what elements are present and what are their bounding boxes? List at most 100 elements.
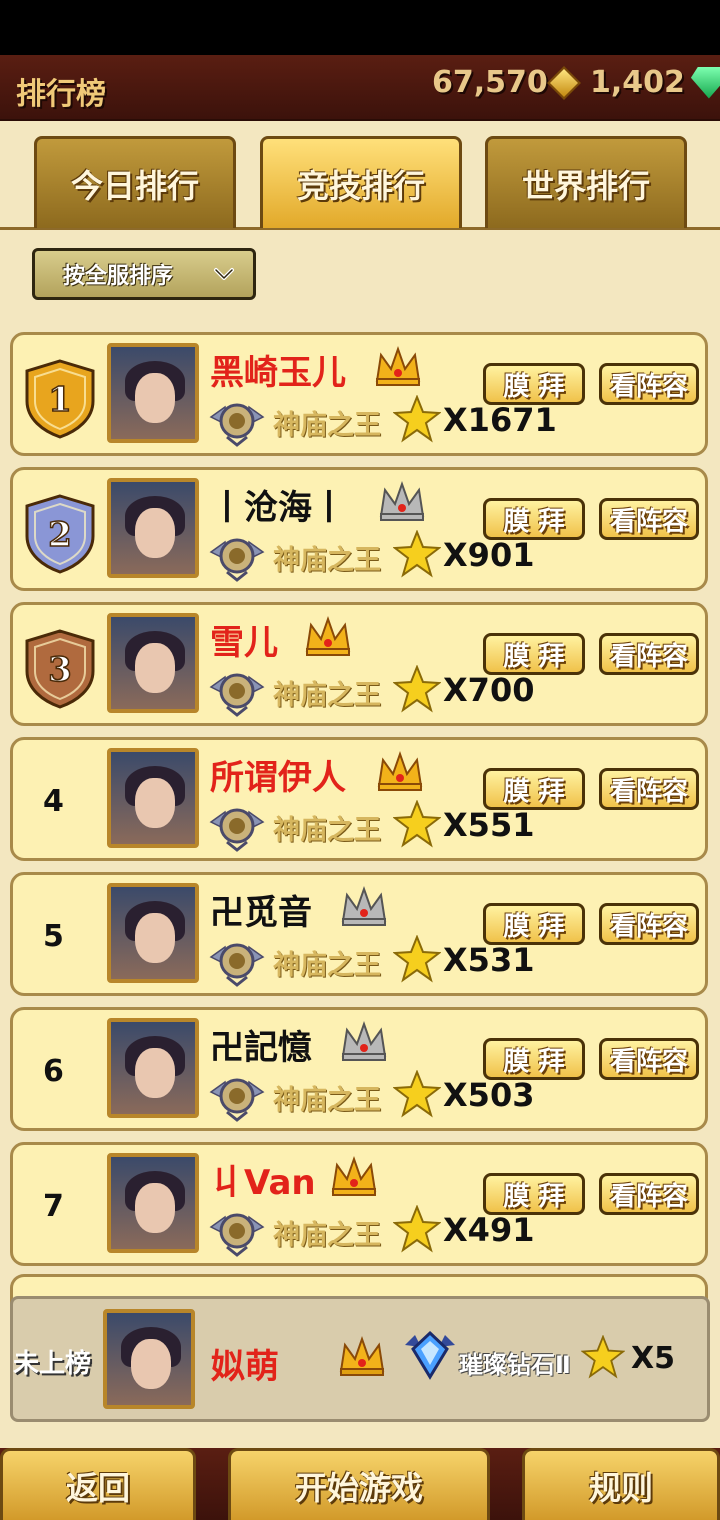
worship-button[interactable]: 膜 拜 (483, 1038, 585, 1080)
ranking-tabs: 今日排行 竞技排行 世界排行 (0, 136, 720, 230)
gem-icon (690, 66, 720, 99)
star-icon (393, 395, 441, 443)
temple-tier-icon (209, 403, 265, 447)
rank-number: 6 (43, 1054, 64, 1089)
star-icon (581, 1335, 625, 1379)
rank-badge-icon: 2 (25, 494, 95, 574)
crown-icon (377, 750, 423, 791)
star-score: X551 (443, 806, 535, 844)
start-game-button[interactable]: 开始游戏 (228, 1448, 490, 1520)
worship-button[interactable]: 膜 拜 (483, 633, 585, 675)
avatar[interactable] (107, 478, 199, 578)
diamond-tier-icon (405, 1330, 455, 1380)
tier-name: 神庙之王 (273, 1085, 381, 1116)
tab-today-ranking[interactable]: 今日排行 (34, 136, 236, 228)
unranked-label: 未上榜 (13, 1349, 92, 1379)
view-lineup-button[interactable]: 看阵容 (599, 1038, 699, 1080)
player-name: 卍觅音 (210, 893, 312, 933)
avatar[interactable] (107, 1153, 199, 1253)
star-score: X503 (443, 1076, 535, 1114)
list-item: 1 黑崎玉儿 神庙之王 X1671 膜 拜 看阵容 (10, 332, 708, 456)
list-item: 5 卍觅音 神庙之王 X531 膜 拜 看阵容 (10, 872, 708, 996)
temple-tier-icon (209, 1078, 265, 1122)
star-icon (393, 665, 441, 713)
crown-icon (331, 1155, 377, 1196)
tier-name: 神庙之王 (273, 680, 381, 711)
rank-number: 5 (43, 919, 64, 954)
gold-counter: 67,570 (432, 65, 581, 100)
player-name: 卍記憶 (210, 1028, 312, 1068)
list-item: 3 雪儿 神庙之王 X700 膜 拜 看阵容 (10, 602, 708, 726)
rules-button[interactable]: 规则 (522, 1448, 720, 1520)
player-name: 丩Van (210, 1163, 316, 1203)
tier-name: 璀璨钻石Ⅱ (459, 1351, 571, 1379)
self-ranking-row: 未上榜 姒萌 璀璨钻石Ⅱ X5 (10, 1296, 710, 1422)
rank-number: 2 (48, 515, 72, 555)
avatar (103, 1309, 195, 1409)
player-name: 黑崎玉儿 (210, 353, 346, 393)
star-icon (393, 1070, 441, 1118)
view-lineup-button[interactable]: 看阵容 (599, 903, 699, 945)
avatar[interactable] (107, 748, 199, 848)
rank-number: 3 (48, 650, 72, 690)
page-title: 排行榜 (16, 77, 106, 112)
avatar[interactable] (107, 883, 199, 983)
star-score: X5 (631, 1341, 676, 1376)
crown-icon (339, 1335, 385, 1376)
view-lineup-button[interactable]: 看阵容 (599, 498, 699, 540)
star-score: X700 (443, 671, 535, 709)
player-name: 丨沧海丨 (210, 488, 346, 528)
temple-tier-icon (209, 808, 265, 852)
view-lineup-button[interactable]: 看阵容 (599, 363, 699, 405)
list-item: 6 卍記憶 神庙之王 X503 膜 拜 看阵容 (10, 1007, 708, 1131)
star-score: X491 (443, 1211, 535, 1249)
bottom-bar: 返回 开始游戏 规则 (0, 1448, 720, 1520)
worship-button[interactable]: 膜 拜 (483, 498, 585, 540)
gold-amount: 67,570 (432, 65, 548, 100)
crown-icon (305, 615, 351, 656)
avatar[interactable] (107, 613, 199, 713)
rank-badge-icon: 1 (25, 359, 95, 439)
star-icon (393, 935, 441, 983)
rank-badge-icon: 3 (25, 629, 95, 709)
gem-amount: 1,402 (590, 65, 685, 100)
avatar[interactable] (107, 343, 199, 443)
view-lineup-button[interactable]: 看阵容 (599, 768, 699, 810)
crown-icon (341, 1020, 387, 1061)
player-name: 所谓伊人 (210, 758, 346, 798)
temple-tier-icon (209, 538, 265, 582)
server-sort-dropdown[interactable]: 按全服排序 (32, 248, 256, 300)
temple-tier-icon (209, 1213, 265, 1257)
tier-name: 神庙之王 (273, 815, 381, 846)
temple-tier-icon (209, 673, 265, 717)
top-bar: 排行榜 67,570 1,402 (0, 55, 720, 121)
sort-dropdown-label: 按全服排序 (63, 264, 174, 289)
crown-icon (375, 345, 421, 386)
status-bar (0, 0, 720, 55)
star-icon (393, 530, 441, 578)
crown-icon (379, 480, 425, 521)
tier-name: 神庙之王 (273, 545, 381, 576)
temple-tier-icon (209, 943, 265, 987)
worship-button[interactable]: 膜 拜 (483, 768, 585, 810)
list-item: 4 所谓伊人 神庙之王 X551 膜 拜 看阵容 (10, 737, 708, 861)
gold-icon (546, 65, 581, 100)
star-score: X901 (443, 536, 535, 574)
rank-number: 4 (43, 784, 64, 819)
star-score: X1671 (443, 401, 557, 439)
tab-arena-ranking[interactable]: 竞技排行 (260, 136, 462, 228)
back-button[interactable]: 返回 (0, 1448, 196, 1520)
avatar[interactable] (107, 1018, 199, 1118)
view-lineup-button[interactable]: 看阵容 (599, 633, 699, 675)
tier-name: 神庙之王 (273, 950, 381, 981)
tab-world-ranking[interactable]: 世界排行 (485, 136, 687, 228)
chevron-down-icon (214, 268, 234, 280)
star-icon (393, 1205, 441, 1253)
worship-button[interactable]: 膜 拜 (483, 903, 585, 945)
player-name: 雪儿 (210, 623, 278, 663)
rank-number: 7 (43, 1189, 64, 1224)
worship-button[interactable]: 膜 拜 (483, 1173, 585, 1215)
worship-button[interactable]: 膜 拜 (483, 363, 585, 405)
tier-name: 神庙之王 (273, 1220, 381, 1251)
view-lineup-button[interactable]: 看阵容 (599, 1173, 699, 1215)
